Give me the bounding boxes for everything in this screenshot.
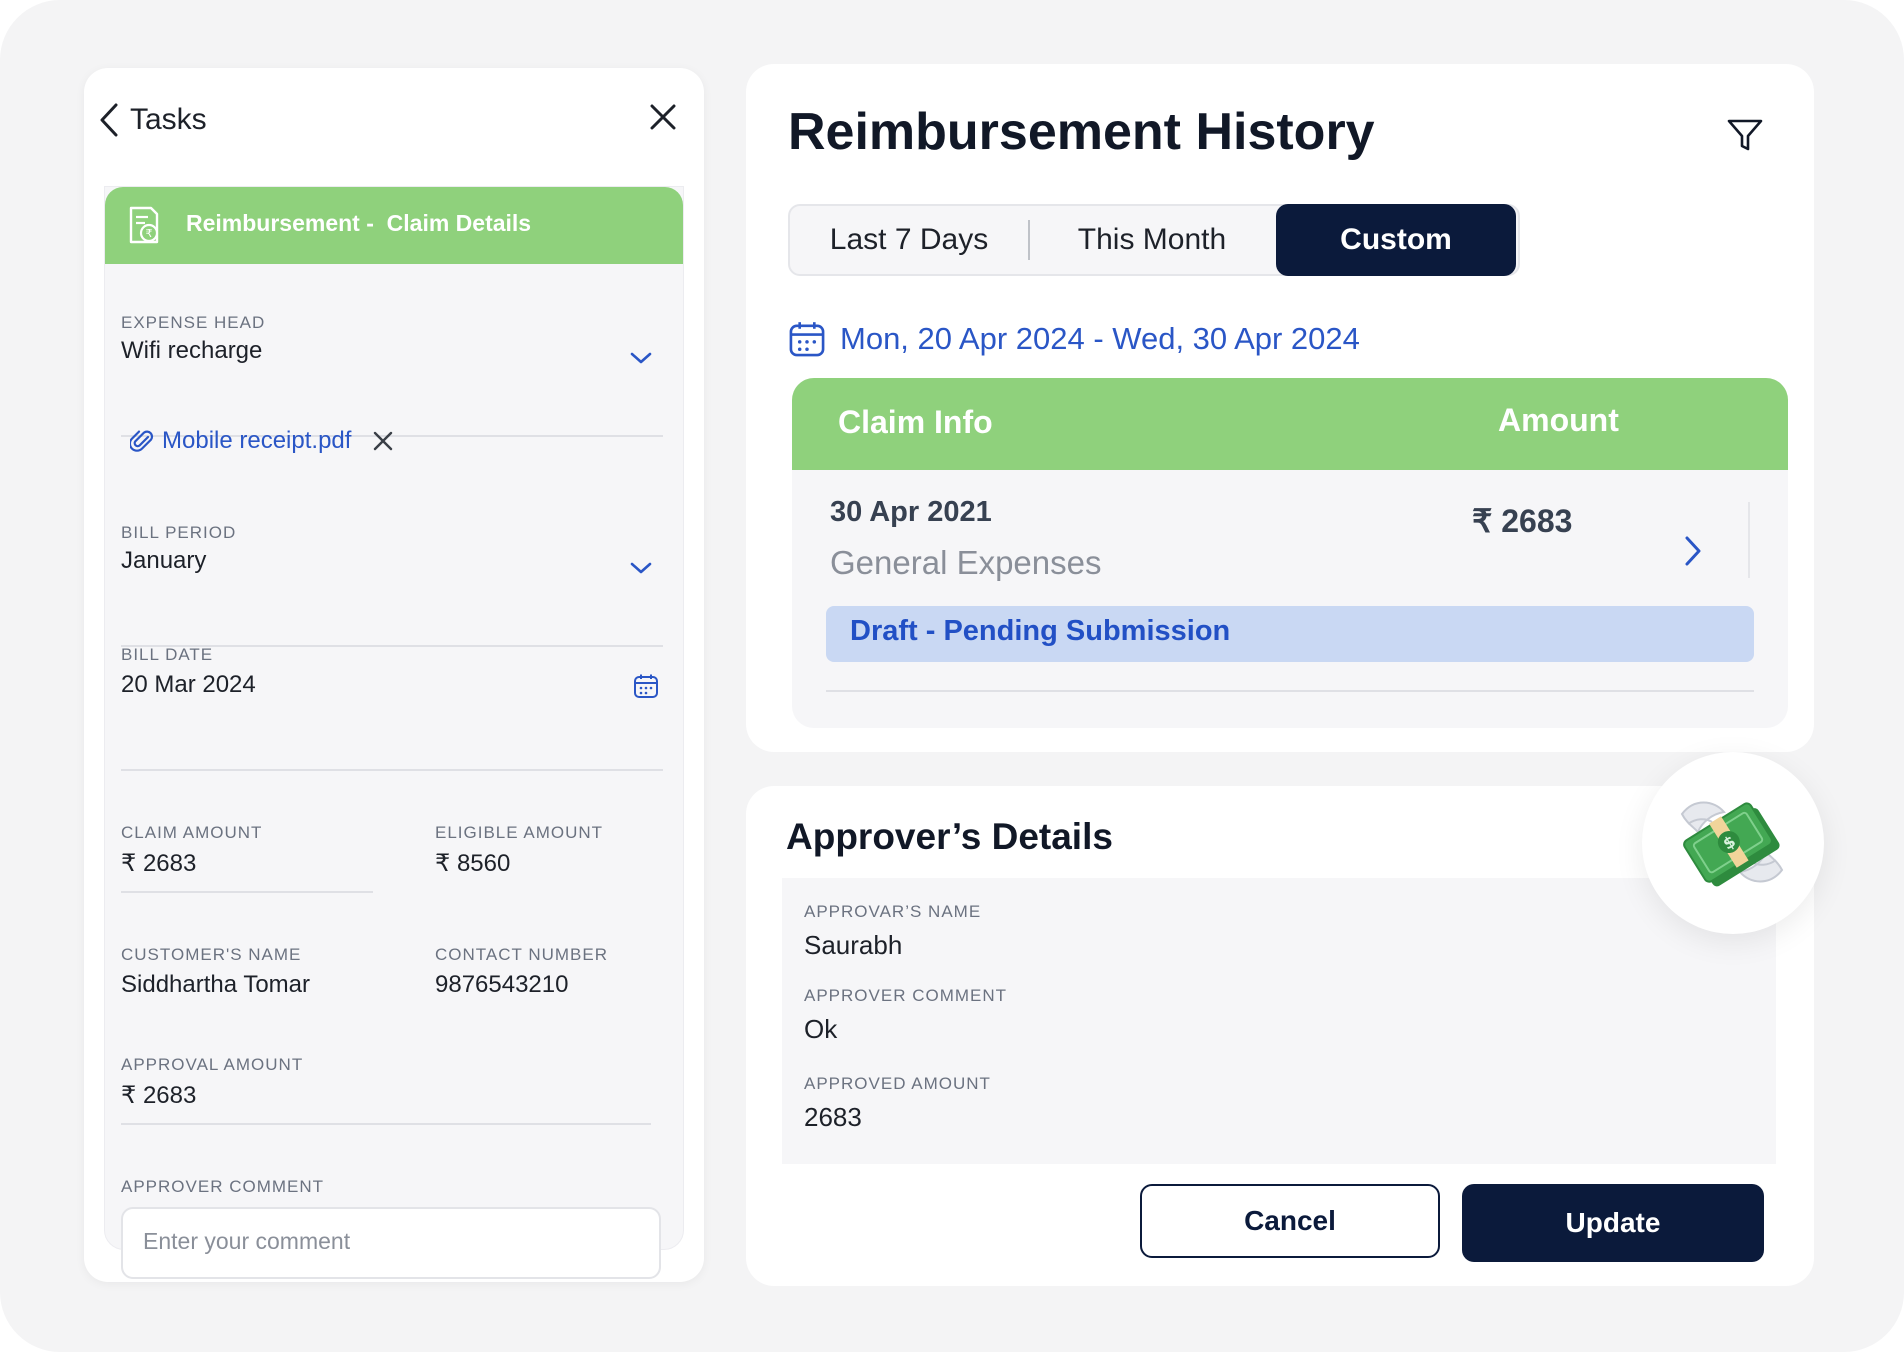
tasks-back-label[interactable]: Tasks xyxy=(130,103,207,137)
expense-head-value: Wifi recharge xyxy=(121,337,263,364)
approver-comment-label: APPROVER COMMENT xyxy=(804,986,1008,1005)
tasks-panel: Tasks ₹ Reimbursement - Claim Details EX… xyxy=(84,68,704,1282)
claim-details-card: ₹ Reimbursement - Claim Details EXPENSE … xyxy=(104,186,684,1279)
attachment-row: Mobile receipt.pdf xyxy=(130,427,395,455)
bill-date-value: 20 Mar 2024 xyxy=(121,671,256,698)
approver-name-label: APPROVAR’S NAME xyxy=(804,902,982,921)
chevron-down-icon xyxy=(630,352,652,364)
claim-category: General Expenses xyxy=(830,544,1102,581)
app-frame: Tasks ₹ Reimbursement - Claim Details EX… xyxy=(0,0,1904,1352)
cancel-button[interactable]: Cancel xyxy=(1140,1184,1440,1258)
approved-amount-value: 2683 xyxy=(804,1102,862,1132)
svg-text:₹: ₹ xyxy=(146,227,153,240)
close-icon[interactable] xyxy=(644,98,682,136)
approval-amount-label: APPROVAL AMOUNT xyxy=(121,1055,304,1074)
bill-period-select[interactable]: January xyxy=(121,547,661,593)
remove-attachment-icon[interactable] xyxy=(371,429,395,453)
claim-details-banner: ₹ Reimbursement - Claim Details xyxy=(105,187,683,264)
tab-last-7-days[interactable]: Last 7 Days xyxy=(790,206,1028,274)
chevron-down-icon xyxy=(630,562,652,574)
row-divider xyxy=(1748,502,1750,578)
approver-comment-input[interactable] xyxy=(141,1227,645,1256)
tab-custom[interactable]: Custom xyxy=(1276,204,1516,276)
page-title: Reimbursement History xyxy=(788,103,1375,161)
contact-number-value: 9876543210 xyxy=(435,971,569,998)
approver-details-title: Approver’s Details xyxy=(786,816,1113,857)
claim-date: 30 Apr 2021 xyxy=(830,496,992,528)
date-range-text: Mon, 20 Apr 2024 - Wed, 30 Apr 2024 xyxy=(840,321,1360,356)
claim-amount: ₹ 2683 xyxy=(1472,503,1573,539)
tasks-header: Tasks xyxy=(84,68,704,168)
calendar-icon[interactable] xyxy=(633,673,659,699)
expense-head-select[interactable]: Wifi recharge xyxy=(121,337,661,383)
bill-date-field[interactable]: 20 Mar 2024 xyxy=(121,671,661,717)
bill-period-value: January xyxy=(121,547,207,574)
approver-comment-label: APPROVER COMMENT xyxy=(121,1177,325,1196)
bill-period-label: BILL PERIOD xyxy=(121,523,237,542)
approver-details-box: APPROVAR’S NAME Saurabh APPROVER COMMENT… xyxy=(782,878,1776,1164)
claim-amount-underline xyxy=(121,891,373,893)
calendar-icon xyxy=(789,322,825,357)
claim-details-title: Reimbursement - Claim Details xyxy=(186,210,532,236)
approved-amount-label: APPROVED AMOUNT xyxy=(804,1074,991,1093)
contact-number-label: CONTACT NUMBER xyxy=(435,945,608,964)
eligible-amount-label: ELIGIBLE AMOUNT xyxy=(435,823,604,842)
claim-amount-label: CLAIM AMOUNT xyxy=(121,823,263,842)
document-rupee-icon: ₹ xyxy=(129,206,159,244)
customer-name-value: Siddhartha Tomar xyxy=(121,971,310,998)
money-with-wings-icon: $ xyxy=(1680,801,1784,887)
status-badge: Draft - Pending Submission xyxy=(826,606,1754,662)
date-filter-tabs: Last 7 Days This Month Custom xyxy=(788,204,1520,276)
bill-date-underline xyxy=(121,769,663,771)
approver-comment-value: Ok xyxy=(804,1014,838,1044)
claims-table: Claim Info Amount 30 Apr 2021 General Ex… xyxy=(792,378,1788,728)
status-text: Draft - Pending Submission xyxy=(850,615,1231,647)
approver-name-value: Saurabh xyxy=(804,930,903,960)
approval-amount-value[interactable]: ₹ 2683 xyxy=(121,1081,196,1110)
attachment-link[interactable]: Mobile receipt.pdf xyxy=(162,427,351,455)
approver-comment-field xyxy=(121,1207,661,1279)
approval-amount-underline xyxy=(121,1123,651,1125)
eligible-amount-value: ₹ 8560 xyxy=(435,850,511,877)
customer-name-label: CUSTOMER'S NAME xyxy=(121,945,302,964)
reimbursement-history-card: Reimbursement History Last 7 Days This M… xyxy=(746,64,1814,752)
table-row[interactable]: 30 Apr 2021 General Expenses ₹ 2683 Draf… xyxy=(792,378,1788,728)
expense-head-label: EXPENSE HEAD xyxy=(121,313,266,332)
tab-this-month[interactable]: This Month xyxy=(1030,206,1274,274)
bill-date-label: BILL DATE xyxy=(121,645,214,664)
money-badge: $ xyxy=(1642,752,1824,934)
chevron-right-icon[interactable] xyxy=(1682,534,1704,568)
row-underline xyxy=(826,690,1754,692)
date-range[interactable]: Mon, 20 Apr 2024 - Wed, 30 Apr 2024 xyxy=(788,320,1360,358)
back-chevron-icon[interactable] xyxy=(96,102,122,138)
paperclip-icon xyxy=(130,430,154,452)
filter-icon[interactable] xyxy=(1726,116,1764,154)
update-button[interactable]: Update xyxy=(1462,1184,1764,1262)
claim-amount-value[interactable]: ₹ 2683 xyxy=(121,849,196,878)
